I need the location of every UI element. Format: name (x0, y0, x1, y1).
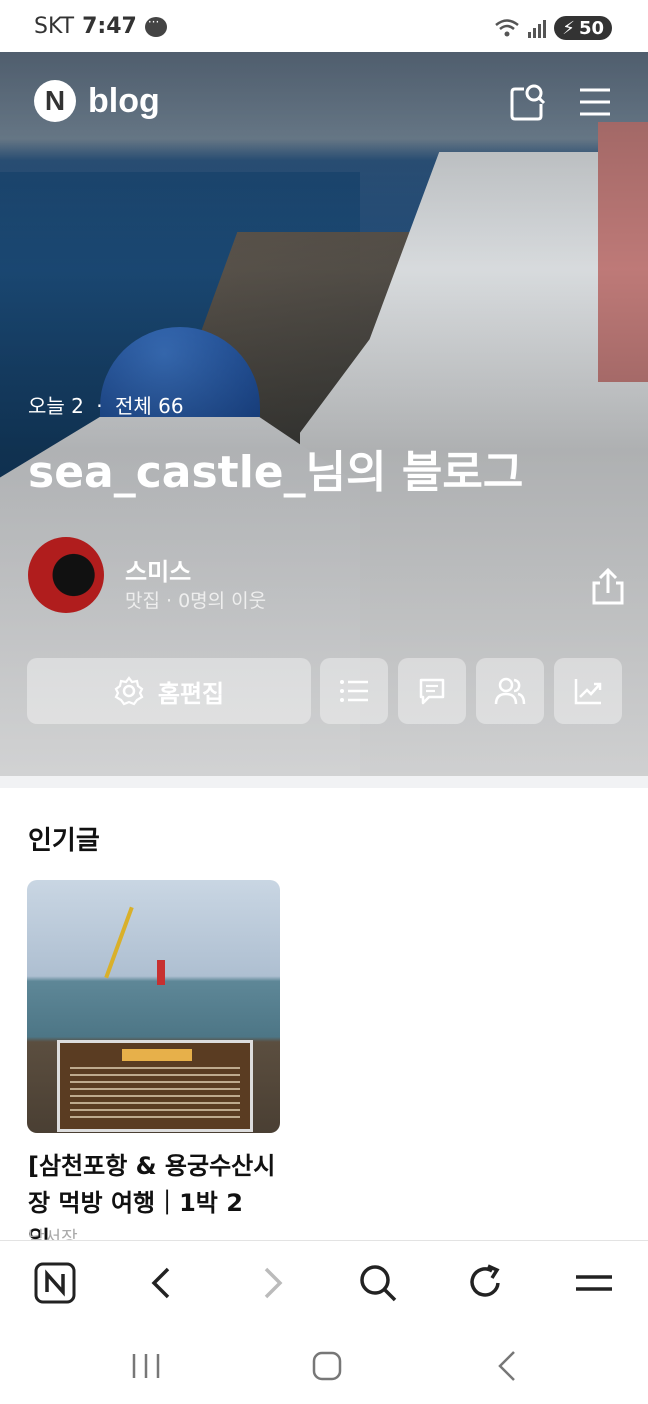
people-icon (494, 677, 526, 705)
refresh-icon[interactable] (464, 1261, 508, 1305)
comments-button[interactable] (398, 658, 466, 724)
hamburger-icon[interactable] (576, 82, 616, 122)
popular-post-thumbnail[interactable] (27, 880, 280, 1133)
naver-logo-icon: N (34, 80, 76, 122)
browser-toolbar (0, 1240, 648, 1325)
thumbnail-lighthouse (157, 960, 165, 985)
avatar[interactable] (28, 537, 104, 613)
home-icon[interactable] (307, 1346, 347, 1386)
chart-icon (574, 679, 602, 705)
blogger-subtitle: 맛집 · 0명의 이웃 (125, 590, 267, 612)
today-count: 오늘 2 (28, 394, 84, 418)
back-icon[interactable] (140, 1261, 184, 1305)
system-navigation-bar (0, 1324, 648, 1404)
wifi-icon (495, 19, 520, 37)
status-left: SKT 7:47 (34, 14, 167, 39)
naver-blog-logo[interactable]: N blog (34, 80, 160, 122)
chat-notification-icon (144, 15, 167, 37)
search-icon[interactable] (356, 1261, 400, 1305)
stats-button[interactable] (554, 658, 622, 724)
signal-icon (528, 18, 547, 38)
share-icon[interactable] (588, 567, 628, 607)
status-bar: SKT 7:47 ⚡ 50 (0, 0, 648, 52)
forward-icon[interactable] (250, 1261, 294, 1305)
section-divider (0, 776, 648, 788)
thumbnail-sign-text (70, 1067, 240, 1123)
search-icon[interactable] (508, 82, 548, 122)
menu-icon[interactable] (572, 1261, 616, 1305)
visitor-stats: 오늘 2 · 전체 66 (28, 390, 184, 419)
battery-bolt-icon: ⚡ (562, 17, 575, 39)
post-list-button[interactable] (320, 658, 388, 724)
gear-icon (114, 676, 144, 706)
thumbnail-crane (104, 906, 134, 979)
blog-cover: N blog 오늘 2 · 전체 66 sea_castle_님의 블로그 스미… (0, 52, 648, 776)
blogger-nickname[interactable]: 스미스 (125, 552, 191, 587)
naver-home-icon[interactable] (33, 1261, 77, 1305)
battery-indicator: ⚡ 50 (554, 16, 612, 40)
blog-title: sea_castle_님의 블로그 (28, 447, 524, 498)
home-edit-button[interactable]: 홈편집 (27, 658, 311, 724)
clock: 7:47 (82, 14, 137, 39)
thumbnail-sign (57, 1040, 253, 1132)
status-right: ⚡ 50 (494, 16, 612, 40)
comment-icon (419, 678, 445, 705)
list-icon (340, 680, 368, 702)
neighbors-button[interactable] (476, 658, 544, 724)
thumbnail-sign-title (122, 1049, 192, 1061)
total-count: 전체 66 (114, 394, 184, 418)
stats-separator: · (96, 394, 103, 418)
home-edit-label: 홈편집 (157, 679, 225, 708)
battery-level: 50 (578, 17, 604, 39)
blog-wordmark: blog (88, 81, 160, 120)
carrier: SKT (34, 14, 75, 39)
popular-heading: 인기글 (28, 826, 100, 856)
system-back-icon[interactable] (488, 1346, 528, 1386)
recent-apps-icon[interactable] (126, 1346, 166, 1386)
